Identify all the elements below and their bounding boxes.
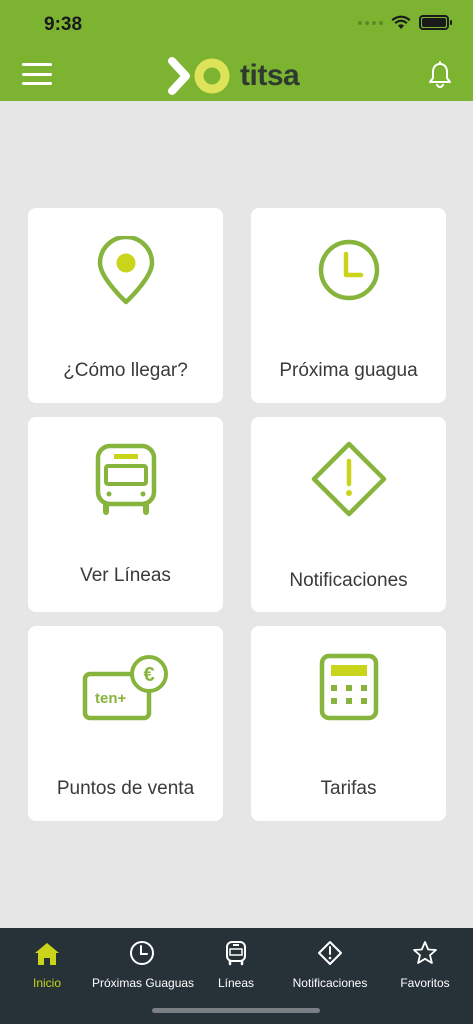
tile-ver-lineas[interactable]: Ver Líneas bbox=[28, 417, 223, 612]
logo-mark-icon bbox=[168, 57, 230, 95]
bus-icon bbox=[226, 941, 246, 966]
card-text: ten+ bbox=[95, 690, 127, 707]
tab-inicio[interactable]: Inicio bbox=[0, 936, 97, 990]
tile-label: Notificaciones bbox=[289, 570, 408, 591]
star-icon bbox=[413, 941, 437, 964]
home-icon bbox=[35, 943, 59, 965]
tab-label: Inicio bbox=[32, 976, 61, 990]
tab-lineas[interactable]: Líneas bbox=[186, 936, 286, 990]
bus-icon bbox=[95, 443, 156, 515]
tile-label: ¿Cómo llegar? bbox=[63, 360, 188, 381]
tab-label: Próximas Guaguas bbox=[92, 976, 195, 990]
calculator-icon bbox=[319, 653, 378, 721]
home-indicator[interactable] bbox=[152, 1008, 320, 1013]
tile-puntos-de-venta[interactable]: ten+ € Puntos de venta bbox=[28, 626, 223, 821]
tile-como-llegar[interactable]: ¿Cómo llegar? bbox=[28, 208, 223, 403]
clock-icon bbox=[318, 239, 379, 301]
location-pin-icon bbox=[97, 236, 154, 305]
tab-notificaciones[interactable]: Notificaciones bbox=[280, 936, 380, 990]
tab-label: Favoritos bbox=[400, 976, 450, 990]
tile-notificaciones[interactable]: Notificaciones bbox=[251, 417, 446, 612]
wifi-icon bbox=[391, 15, 411, 29]
tile-label: Tarifas bbox=[320, 778, 377, 799]
tile-label: Próxima guagua bbox=[279, 360, 418, 381]
logo-text: titsa bbox=[240, 59, 300, 92]
main-menu-grid: ¿Cómo llegar? Próxima guagua Ver Líneas … bbox=[28, 208, 446, 821]
currency-symbol: € bbox=[143, 664, 154, 686]
bottom-tab-bar: Inicio Próximas Guaguas Líneas Notificac… bbox=[0, 928, 473, 1024]
menu-button[interactable] bbox=[22, 62, 52, 86]
tile-label: Puntos de venta bbox=[56, 778, 195, 799]
app-header: 9:38 titsa bbox=[0, 0, 473, 101]
clock-icon bbox=[130, 941, 154, 965]
status-time: 9:38 bbox=[44, 14, 83, 35]
warning-diamond-icon bbox=[318, 941, 342, 965]
titsa-logo: titsa bbox=[166, 56, 300, 96]
tab-label: Líneas bbox=[217, 976, 255, 990]
status-indicators bbox=[358, 15, 452, 30]
battery-icon bbox=[419, 15, 452, 30]
cellular-signal-icon bbox=[358, 20, 383, 25]
tile-tarifas[interactable]: Tarifas bbox=[251, 626, 446, 821]
tab-label: Notificaciones bbox=[292, 976, 368, 990]
ten-card-icon: ten+ € bbox=[82, 655, 168, 721]
tab-favoritos[interactable]: Favoritos bbox=[375, 936, 473, 990]
tab-proximas-guaguas[interactable]: Próximas Guaguas bbox=[92, 936, 195, 990]
tile-proxima-guagua[interactable]: Próxima guagua bbox=[251, 208, 446, 403]
warning-diamond-icon bbox=[311, 441, 386, 517]
tile-label: Ver Líneas bbox=[80, 565, 171, 586]
bell-icon[interactable] bbox=[427, 61, 453, 89]
